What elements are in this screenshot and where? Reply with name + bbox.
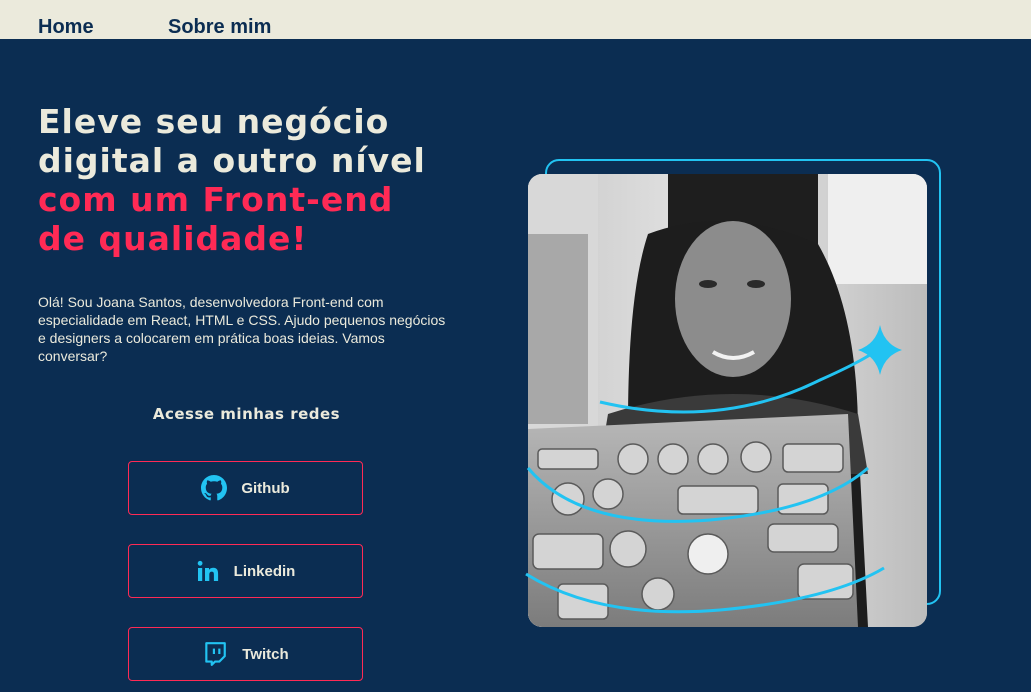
linkedin-button[interactable]: Linkedin [128, 544, 363, 598]
nav-link-about[interactable]: Sobre mim [168, 15, 271, 39]
linkedin-icon [196, 559, 220, 583]
twitch-icon [202, 641, 228, 667]
profile-photo [528, 174, 927, 627]
intro-text: Olá! Sou Joana Santos, desenvolvedora Fr… [38, 294, 446, 364]
github-icon [201, 475, 228, 501]
github-button-label: Github [241, 479, 290, 497]
hero-title-line-4: de qualidade! [38, 219, 308, 258]
hero-title-line-3: com um Front-end [38, 180, 394, 219]
linkedin-button-label: Linkedin [233, 562, 296, 580]
twitch-button[interactable]: Twitch [128, 627, 363, 681]
nav-link-home[interactable]: Home [38, 15, 94, 39]
hero-title-line-2: digital a outro nível [38, 141, 426, 180]
top-navigation: Home Sobre mim [0, 0, 1031, 39]
social-heading: Acesse minhas redes [152, 405, 341, 423]
hero-title-line-1: Eleve seu negócio [38, 102, 390, 141]
github-button[interactable]: Github [128, 461, 363, 515]
hero-title: Eleve seu negócio digital a outro nível … [38, 102, 498, 258]
twitch-button-label: Twitch [242, 645, 289, 663]
